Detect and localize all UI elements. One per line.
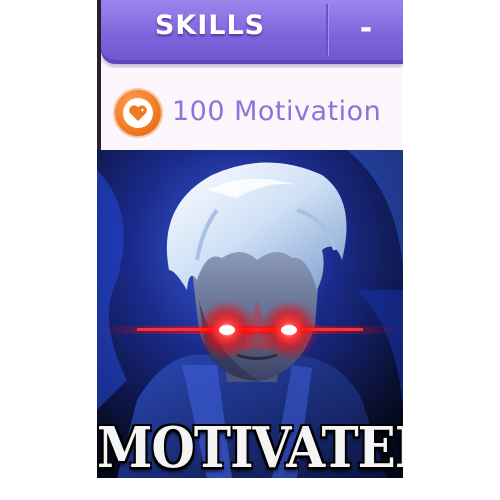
header-divider <box>326 4 328 56</box>
heart-icon <box>115 90 161 136</box>
skills-title: SKILLS <box>154 10 266 41</box>
page: SKILLS - 100 Motivation MOTIVATE <box>0 0 500 500</box>
collapse-button[interactable]: - <box>329 0 403 60</box>
motivated-caption: MOTIVATED <box>97 414 403 478</box>
skills-header-bar: SKILLS - <box>101 0 403 64</box>
motivation-value: 100 Motivation <box>172 96 382 127</box>
motivation-row: 100 Motivation <box>101 68 403 150</box>
motivated-meme: SKILLS - 100 Motivation MOTIVATE <box>97 0 403 478</box>
